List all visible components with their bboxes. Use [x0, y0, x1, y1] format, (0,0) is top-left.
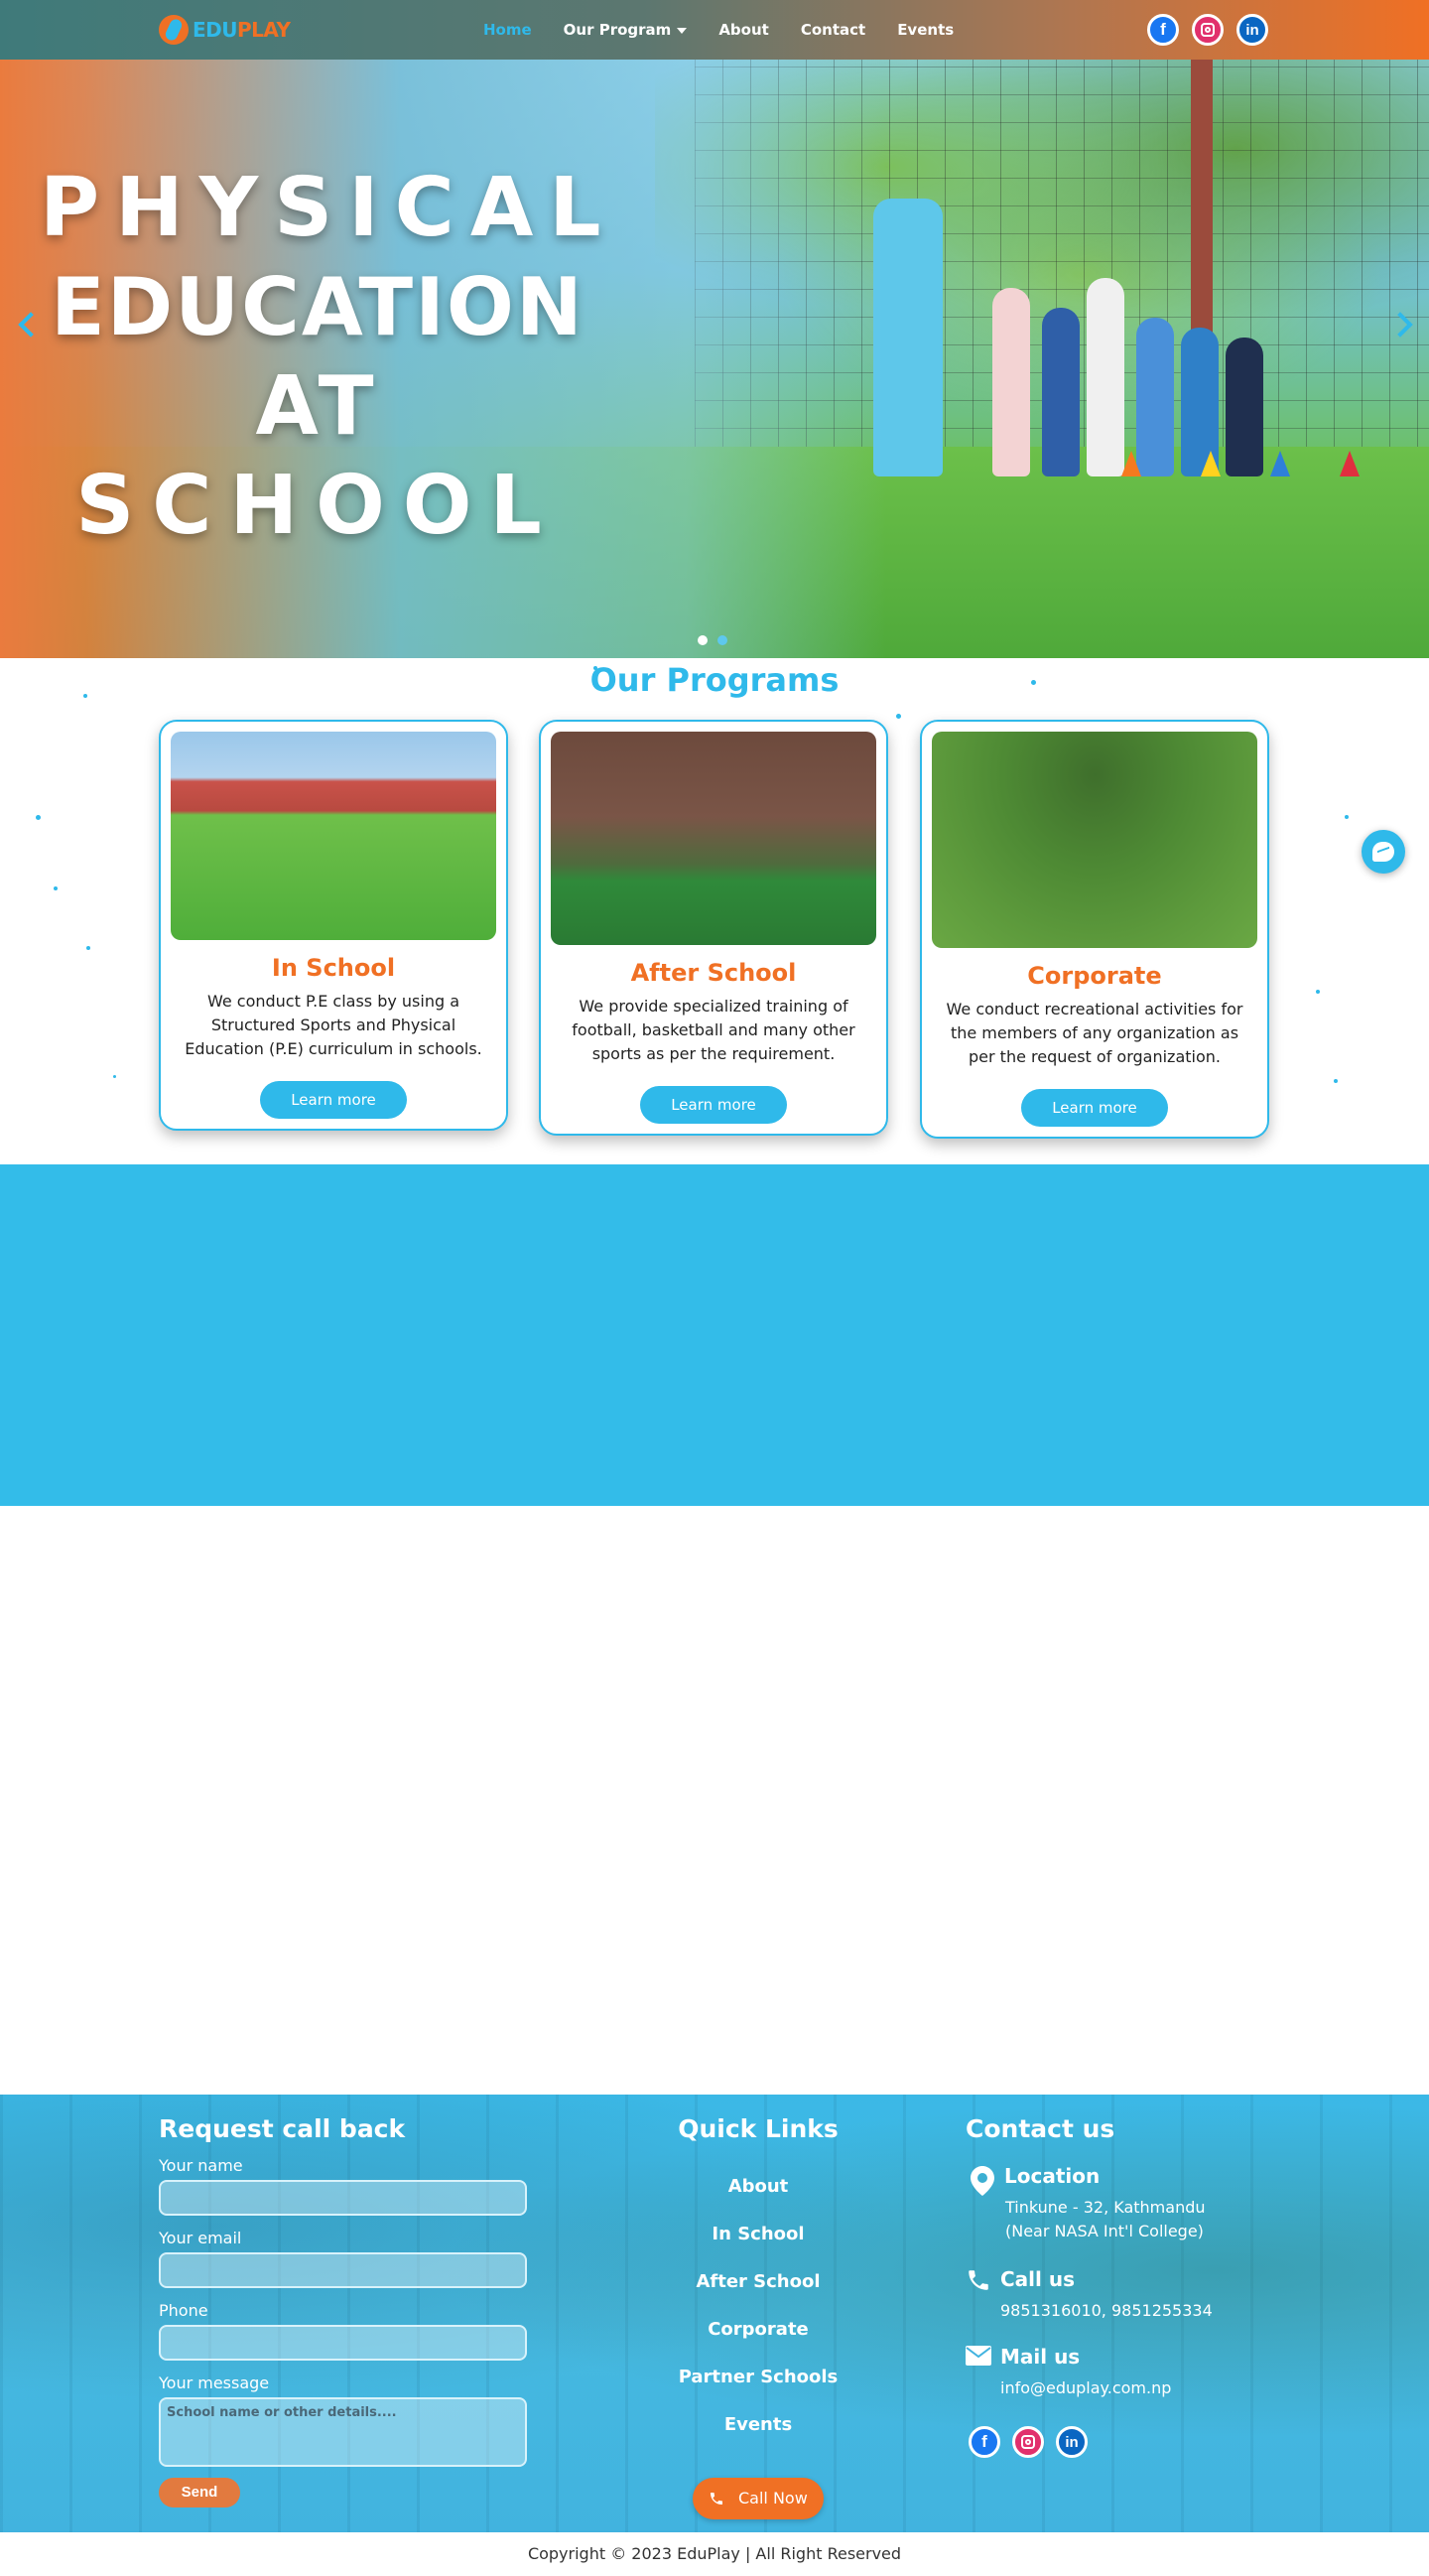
navbar: EDUPLAY Home Our Program About Contact E… [0, 0, 1429, 60]
linkedin-icon[interactable]: in [1236, 14, 1268, 46]
programs-title: Our Programs [589, 661, 840, 699]
message-textarea[interactable] [159, 2397, 527, 2467]
messenger-chat-button[interactable] [1362, 830, 1405, 874]
mail-icon [966, 2346, 991, 2366]
carousel-next-arrow-icon[interactable] [1391, 310, 1411, 339]
call-us-title: Call us [1000, 2267, 1075, 2291]
copyright-text: Copyright © 2023 EduPlay | All Right Res… [0, 2532, 1429, 2576]
phone-icon [969, 2270, 988, 2290]
learn-more-button-corporate[interactable]: Learn more [1021, 1089, 1168, 1127]
quick-link-partner-schools[interactable]: Partner Schools [615, 2367, 901, 2387]
instagram-icon[interactable] [1192, 14, 1224, 46]
phone-label: Phone [159, 2301, 208, 2320]
card-title: In School [271, 954, 396, 982]
location-line-1: Tinkune - 32, Kathmandu [1005, 2198, 1206, 2217]
quick-link-after-school[interactable]: After School [615, 2271, 901, 2292]
quick-link-corporate[interactable]: Corporate [615, 2319, 901, 2340]
carousel-indicators [698, 635, 727, 645]
facebook-icon[interactable]: f [969, 2426, 1000, 2458]
instagram-icon[interactable] [1012, 2426, 1044, 2458]
nav-social-links: f in [1147, 14, 1268, 46]
card-title: After School [630, 959, 797, 987]
hero-carousel: PHYSICAL EDUCATION AT SCHOOL [0, 60, 1429, 658]
quick-links-title: Quick Links [678, 2114, 839, 2143]
phone-input[interactable] [159, 2325, 527, 2361]
carousel-dot-1[interactable] [698, 635, 708, 645]
card-description: We conduct P.E class by using a Structur… [185, 992, 482, 1058]
send-button[interactable]: Send [159, 2478, 240, 2508]
footer-social-links: f in [969, 2426, 1088, 2458]
programs-section: Our Programs In School We conduct P.E cl… [0, 658, 1429, 1164]
messenger-icon [1372, 842, 1394, 862]
contact-us-title: Contact us [966, 2114, 1115, 2143]
nav-about[interactable]: About [718, 21, 769, 39]
quick-link-about[interactable]: About [615, 2176, 901, 2197]
linkedin-icon[interactable]: in [1056, 2426, 1088, 2458]
request-callback-title: Request call back [159, 2114, 406, 2143]
eduplay-logo[interactable]: EDUPLAY [159, 12, 291, 48]
name-input[interactable] [159, 2180, 527, 2216]
card-title: Corporate [1027, 962, 1162, 990]
location-title: Location [1004, 2164, 1101, 2188]
program-card-after-school: After School We provide specialized trai… [539, 720, 888, 1136]
learn-more-button-in-school[interactable]: Learn more [260, 1081, 407, 1119]
call-now-button[interactable]: Call Now [693, 2478, 824, 2519]
card-description: We conduct recreational activities for t… [946, 1000, 1243, 1066]
program-card-in-school: In School We conduct P.E class by using … [159, 720, 508, 1131]
location-pin-icon [971, 2166, 994, 2196]
mail-us-address[interactable]: info@eduplay.com.np [1000, 2376, 1171, 2400]
blue-banner-section [0, 1164, 1429, 1506]
carousel-prev-arrow-icon[interactable] [18, 310, 38, 339]
in-school-photo [171, 732, 496, 940]
nav-our-program[interactable]: Our Program [564, 21, 688, 39]
carousel-dot-2[interactable] [717, 635, 727, 645]
email-label: Your email [159, 2229, 242, 2247]
quick-link-events[interactable]: Events [615, 2414, 901, 2435]
location-line-2: (Near NASA Int'l College) [1005, 2222, 1204, 2240]
learn-more-button-after-school[interactable]: Learn more [640, 1086, 787, 1124]
nav-home[interactable]: Home [483, 21, 532, 39]
after-school-photo [551, 732, 876, 945]
empty-content-section [0, 1506, 1429, 2095]
footer: Request call back Your name Your email P… [0, 2095, 1429, 2532]
call-now-label: Call Now [738, 2489, 808, 2508]
message-label: Your message [159, 2373, 270, 2392]
card-description: We provide specialized training of footb… [572, 997, 855, 1063]
call-us-numbers[interactable]: 9851316010, 9851255334 [1000, 2299, 1213, 2323]
facebook-icon[interactable]: f [1147, 14, 1179, 46]
program-card-corporate: Corporate We conduct recreational activi… [920, 720, 1269, 1139]
email-input[interactable] [159, 2252, 527, 2288]
mail-us-title: Mail us [1000, 2345, 1081, 2369]
logo-text: EDUPLAY [193, 18, 291, 42]
nav-contact[interactable]: Contact [801, 21, 865, 39]
nav-events[interactable]: Events [897, 21, 954, 39]
corporate-photo [932, 732, 1257, 948]
hero-title: PHYSICAL EDUCATION AT SCHOOL [40, 161, 617, 553]
main-nav: Home Our Program About Contact Events [483, 0, 985, 60]
name-label: Your name [159, 2156, 243, 2175]
quick-link-in-school[interactable]: In School [615, 2224, 901, 2244]
logo-mark-icon [159, 15, 189, 45]
phone-icon [711, 2493, 722, 2505]
caret-down-icon [677, 27, 688, 34]
